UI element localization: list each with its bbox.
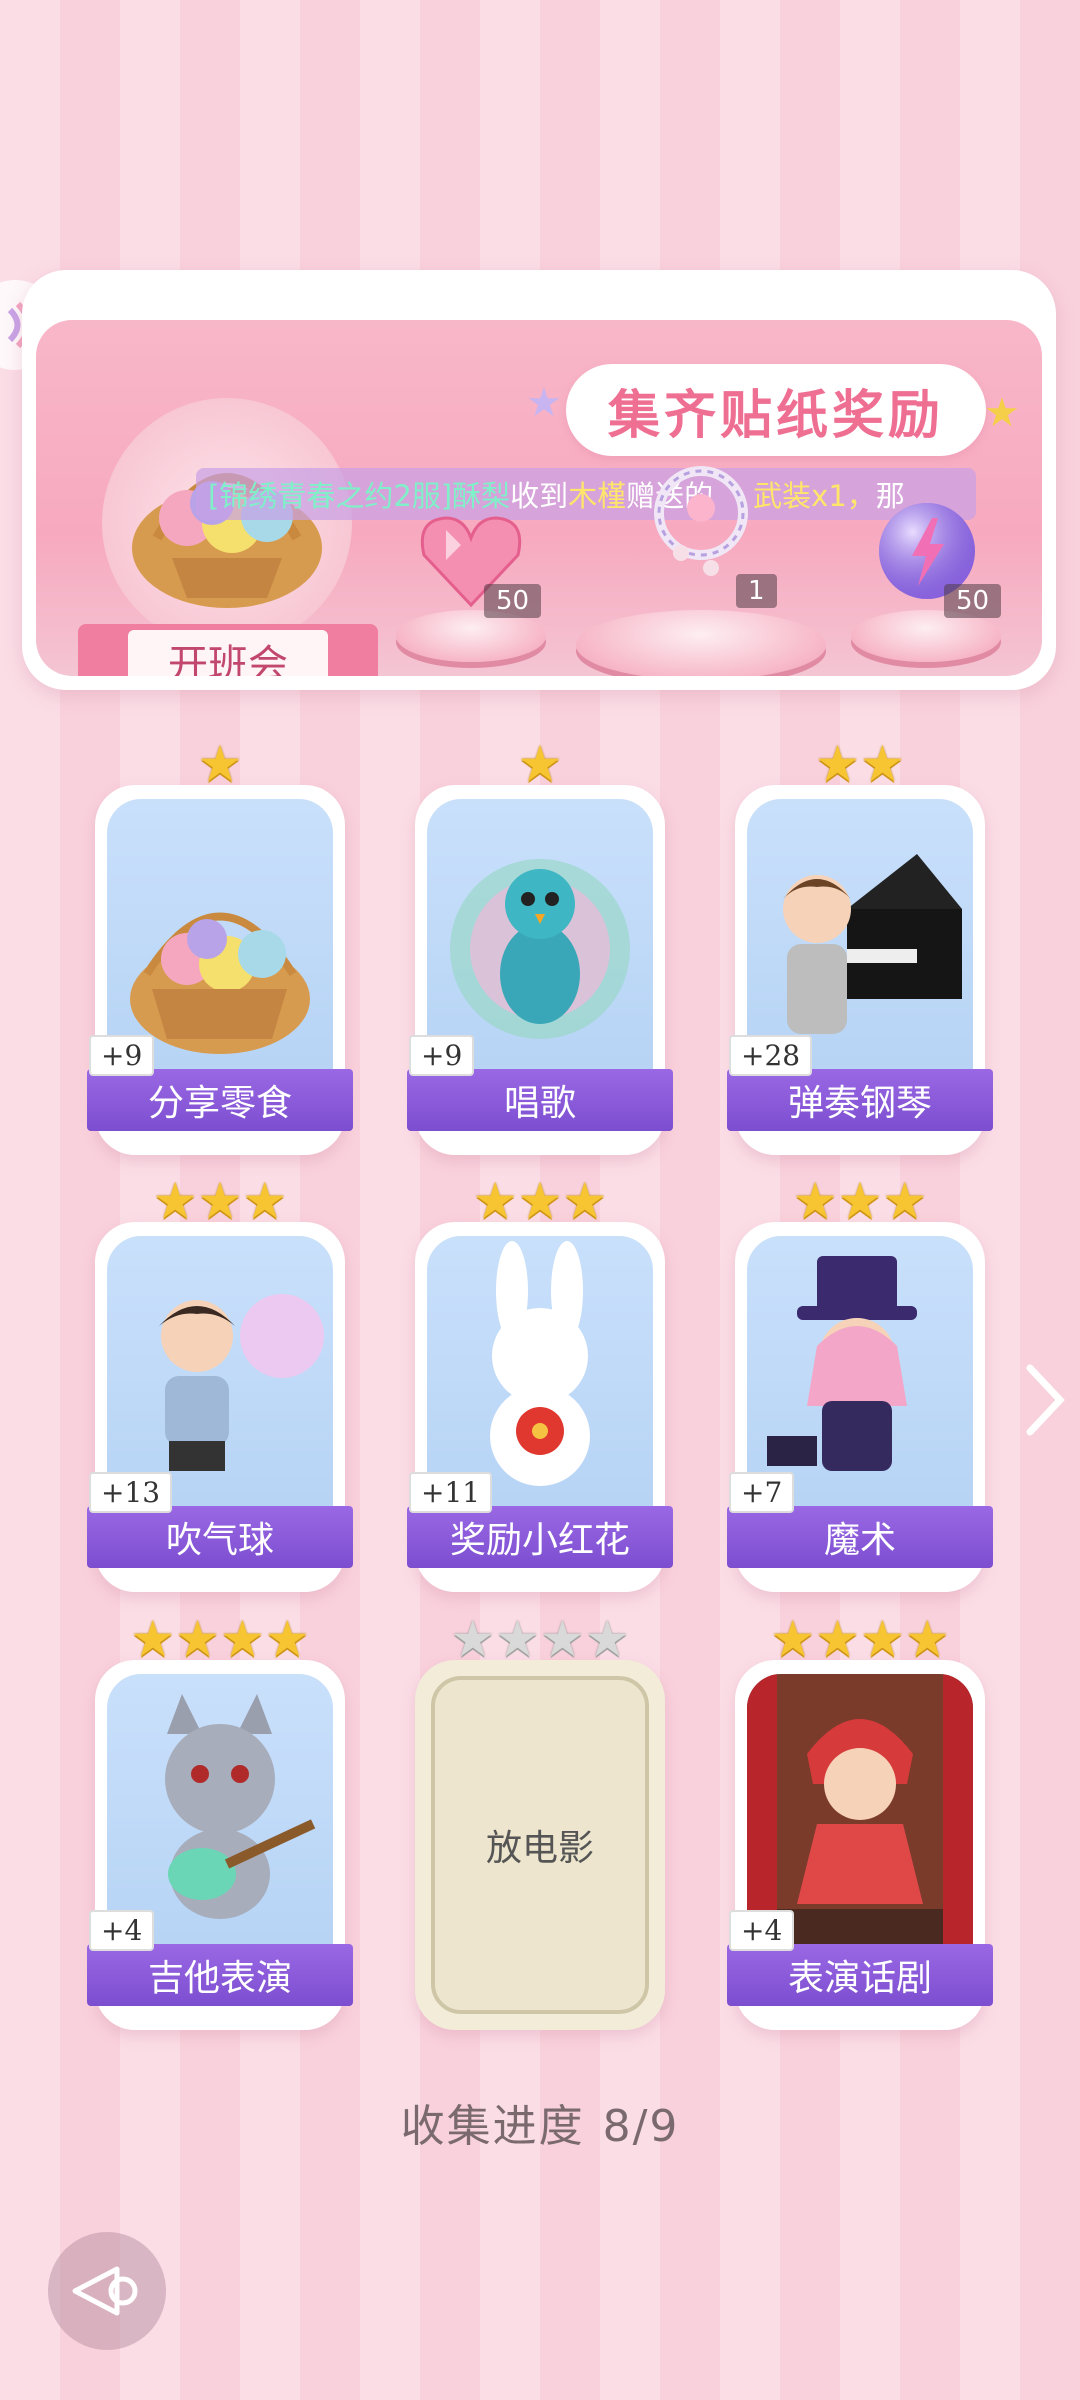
star-icon: ★ [882,1172,928,1230]
star-rating: ★ ★ ★ [95,1176,345,1226]
star-icon: ★ [792,1172,838,1230]
sticker-card[interactable]: ★ 分享零食 +9 [87,739,353,1155]
emblem-circle [102,398,352,648]
snack-basket-icon [132,473,322,608]
bonus-badge: +28 [729,1035,813,1076]
banner-panel: 集齐贴纸奖励 ★ ★ [锦绣青春之约2服] 酥梨 收到 木槿 赠送的 武装x1，… [36,320,1042,676]
star-rating: ★ ★ ★ ★ [95,1614,345,1664]
star-icon: ★ [450,1610,496,1668]
star-icon: ★ [860,735,905,793]
bonus-badge: +7 [729,1472,795,1513]
star-rating: ★ [415,739,665,789]
class-meeting-ribbon[interactable]: 开班会 [78,624,378,676]
sticker-label: 分享零食 [87,1069,353,1131]
star-rating: ★ ★ ★ ★ [735,1614,985,1664]
star-rating: ★ ★ ★ [735,1176,985,1226]
sticker-label: 吉他表演 [87,1944,353,2006]
wolf-guitar-icon [107,1674,333,1944]
star-icon: ★ [197,735,243,793]
sticker-card[interactable]: ★ ★ ★ ★ 吉他表演 +4 [87,1614,353,2030]
star-icon: ★ [860,1610,905,1668]
sticker-card[interactable]: ★ ★ ★ ★ 表演话剧 +4 [727,1614,993,2030]
star-icon: ★ [837,1172,883,1230]
reward-count: 1 [736,574,777,608]
star-rating: ★ ★ ★ ★ [415,1614,665,1664]
progress-value: 8/9 [602,2101,680,2152]
star-icon: ★ [152,1172,198,1230]
star-icon: ★ [517,1172,563,1230]
banner-title: 集齐贴纸奖励 [607,385,944,446]
reward-count: 50 [944,584,1002,618]
sticker-label: 魔术 [727,1506,993,1568]
ticker-item: 武装x1， [753,479,876,513]
ticker-player: 酥梨 [452,479,511,513]
emblem-label: 开班会 [128,630,328,676]
cat-girl-stage-icon [747,1674,973,1944]
bonus-badge: +11 [409,1472,493,1513]
star-icon: ★ [517,735,563,793]
bonus-badge: +4 [89,1910,155,1951]
star-icon: ★ [562,1172,608,1230]
sticker-card[interactable]: ★ ★ 弹奏钢琴 +28 [727,739,993,1155]
star-icon: ★ [220,1610,265,1668]
star-icon: ★ [242,1172,288,1230]
star-icon: ★ [540,1610,585,1668]
star-icon: ★ [984,390,1020,436]
sticker-card[interactable]: ★ ★ ★ 奖励小红花 +11 [407,1176,673,1592]
bonus-badge: +4 [729,1910,795,1951]
star-icon: ★ [472,1172,518,1230]
magician-girl-icon [747,1236,973,1506]
sticker-card[interactable]: ★ ★ ★ 魔术 +7 [727,1176,993,1592]
reward-pedestal [576,610,826,676]
jeweled-ring-icon[interactable] [641,458,761,588]
broadcast-ticker: [锦绣青春之约2服] 酥梨 收到 木槿 赠送的 武装x1， 那 [196,468,976,520]
sticker-card[interactable]: ★ ★ ★ 吹气球 +13 [87,1176,353,1592]
next-page-arrow[interactable] [1020,1360,1070,1440]
sticker-card[interactable]: ★ ★ ★ ★ 放电影 [415,1614,665,2030]
ticker-server: [锦绣青春之约2服] [208,479,453,513]
star-icon: ★ [815,1610,860,1668]
boy-bubble-icon [107,1236,333,1506]
star-rating: ★ [95,739,345,789]
back-button[interactable] [48,2232,166,2350]
collection-progress: 收集进度 8/9 [0,2090,1080,2154]
star-icon: ★ [130,1610,176,1668]
star-icon: ★ [904,1610,950,1668]
star-icon: ★ [770,1610,816,1668]
back-arrow-icon [72,2266,138,2316]
star-rating: ★ ★ ★ [415,1176,665,1226]
snack-basket-icon [107,799,333,1069]
star-icon: ★ [495,1610,540,1668]
progress-label: 收集进度 [400,2101,585,2152]
sticker-label: 弹奏钢琴 [727,1069,993,1131]
ticker-text: 收到 [510,479,569,513]
sticker-label: 吹气球 [87,1506,353,1568]
bonus-badge: +9 [409,1035,475,1076]
reward-count: 50 [484,584,542,618]
star-rating: ★ ★ [735,739,985,789]
boy-piano-icon [747,799,973,1069]
bonus-badge: +13 [89,1472,173,1513]
star-icon: ★ [526,380,562,426]
sticker-label: 奖励小红花 [407,1506,673,1568]
star-icon: ★ [197,1172,243,1230]
star-icon: ★ [815,735,860,793]
bonus-badge: +9 [89,1035,155,1076]
bunny-flower-icon [427,1236,653,1506]
sticker-label: 唱歌 [407,1069,673,1131]
banner-title-plate: 集齐贴纸奖励 [566,364,986,456]
sticker-card[interactable]: ★ 唱歌 +9 [407,739,673,1155]
sticker-reward-banner: 集齐贴纸奖励 ★ ★ [锦绣青春之约2服] 酥梨 收到 木槿 赠送的 武装x1，… [22,270,1056,690]
ticker-sender: 木槿 [568,479,627,513]
sticker-label: 表演话剧 [727,1944,993,2006]
star-icon: ★ [175,1610,220,1668]
locked-card-label: 放电影 [431,1676,649,2014]
star-icon: ★ [264,1610,310,1668]
star-icon: ★ [584,1610,630,1668]
peacock-singing-icon [427,799,653,1069]
